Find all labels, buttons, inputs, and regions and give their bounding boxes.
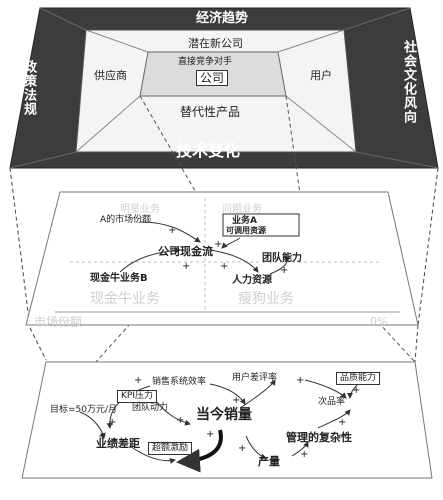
node-output: 产量	[258, 455, 280, 468]
label-star-business: 明星业务	[120, 204, 160, 215]
sign-plus: +	[134, 375, 143, 386]
sign-plus: +	[300, 449, 309, 460]
sign-plus: +	[214, 239, 223, 250]
label-economic-trend: 经济趋势	[196, 11, 249, 26]
label-direct-competitors: 直接竞争对手	[178, 57, 233, 67]
sign-plus: +	[338, 417, 347, 428]
sign-plus: +	[296, 375, 305, 386]
node-management-complexity: 管理的复杂性	[286, 431, 352, 444]
sign-plus: +	[206, 429, 215, 440]
label-users: 用户	[310, 69, 332, 82]
label-tech-change: 技术变化	[176, 141, 241, 160]
node-business-a: 业务A	[232, 216, 257, 226]
sign-plus: +	[182, 261, 191, 272]
label-question-business: 问题业务	[222, 204, 262, 215]
label-substitutes: 替代性产品	[180, 105, 241, 119]
company-box: 公司	[196, 70, 229, 86]
node-user-review-rate: 用户差评率	[232, 373, 278, 383]
label-suppliers: 供应商	[94, 69, 127, 82]
node-quality-capability: 品质能力	[336, 372, 381, 385]
sign-plus: +	[98, 431, 107, 442]
three-layer-diagram: 经济趋势 政策法规 社会文化风向 技术变化 潜在新公司 供应商 用户 替代性产品…	[0, 0, 443, 500]
node-target: 目标=50万元/月	[50, 405, 118, 415]
node-business-a-resources: 可调用资源	[226, 226, 266, 235]
node-cash-cow-b: 现金牛业务B	[90, 273, 148, 284]
label-zero-percent: 0%	[370, 315, 388, 328]
sign-plus: +	[168, 225, 177, 236]
sign-plus: +	[238, 443, 247, 454]
node-team-capability: 团队能力	[262, 253, 302, 264]
sign-plus: +	[280, 265, 289, 276]
label-policy: 政策法规	[21, 60, 36, 116]
node-kpi-pressure: KPI压力	[117, 390, 157, 403]
node-human-resources: 人力资源	[232, 275, 272, 286]
node-sales-efficiency: 销售系统效率	[152, 377, 207, 387]
label-market-share: 市场份额	[34, 315, 83, 329]
label-social-culture: 社会文化风向	[401, 40, 416, 124]
node-overtime-incentive: 超额激励	[148, 442, 193, 455]
node-cash-flow: 公司现金流	[158, 245, 213, 258]
label-potential-entrants: 潜在新公司	[188, 37, 243, 50]
node-defect-rate: 次品率	[318, 397, 346, 407]
sign-plus: +	[176, 415, 185, 426]
sign-plus: +	[108, 417, 117, 428]
node-a-market-share: A的市场份额	[100, 215, 152, 225]
label-dog-business: 瘦狗业务	[238, 291, 294, 307]
node-team-drive: 团队动力	[132, 403, 169, 413]
sign-plus: +	[232, 395, 241, 406]
label-cash-cow-business: 现金牛业务	[90, 291, 160, 307]
node-current-sales: 当今销量	[196, 407, 252, 423]
sign-plus: +	[220, 261, 229, 272]
sign-plus: +	[352, 385, 361, 396]
